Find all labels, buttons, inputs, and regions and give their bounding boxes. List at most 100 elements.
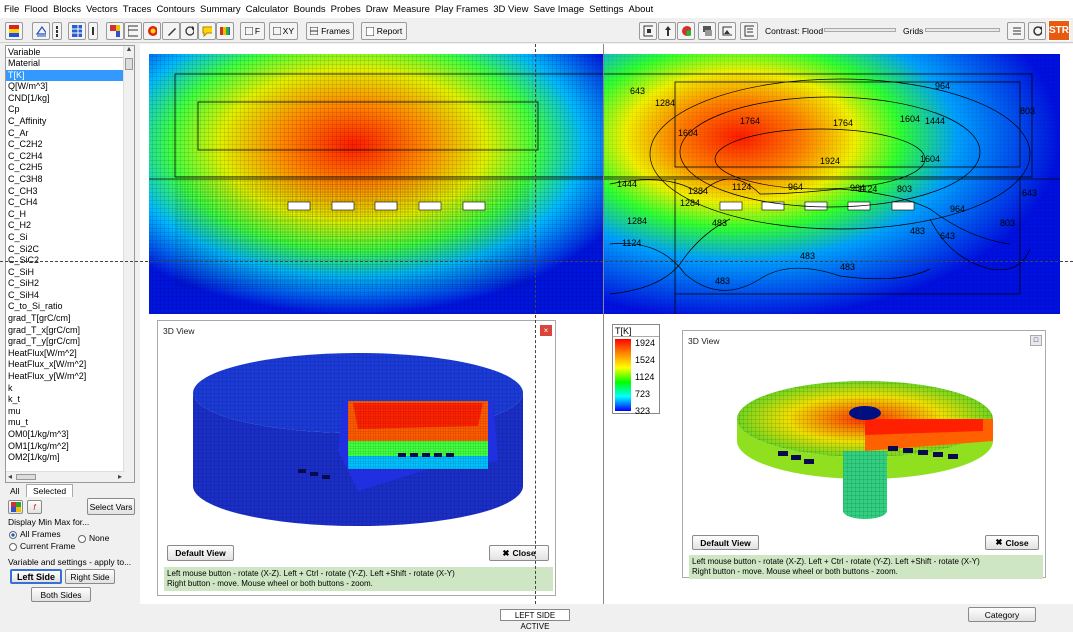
scroll-left-icon[interactable]: ◂ xyxy=(8,472,12,481)
variable-item[interactable]: C_SiH4 xyxy=(6,290,124,302)
menu-item-traces[interactable]: Traces xyxy=(123,4,152,15)
variable-item[interactable]: C_C2H4 xyxy=(6,151,124,163)
vertical-scrollbar[interactable]: ▲ xyxy=(123,46,134,482)
grids-slider[interactable] xyxy=(925,28,1000,32)
variable-item[interactable]: grad_T_y[grC/cm] xyxy=(6,336,124,348)
variable-item[interactable]: C_H xyxy=(6,209,124,221)
annotate-icon[interactable] xyxy=(198,22,216,40)
frames-xy-button[interactable]: XY xyxy=(269,22,298,40)
menu-item-play-frames[interactable]: Play Frames xyxy=(435,4,488,15)
scroll-thumb[interactable] xyxy=(125,58,133,70)
variable-item[interactable]: mu xyxy=(6,406,124,418)
gallery-icon[interactable] xyxy=(718,22,736,40)
radio-all-frames[interactable]: All Frames xyxy=(9,529,61,539)
variable-item[interactable]: HeatFlux_y[W/m^2] xyxy=(6,371,124,383)
menu-item-draw[interactable]: Draw xyxy=(366,4,388,15)
grid-dropdown-icon[interactable] xyxy=(88,22,98,40)
variable-item[interactable]: CND[1/kg] xyxy=(6,93,124,105)
blocks-icon[interactable] xyxy=(106,22,124,40)
both-sides-button[interactable]: Both Sides xyxy=(31,587,91,602)
left-side-button[interactable]: Left Side xyxy=(10,569,62,584)
variable-item[interactable]: OM1[1/kg/m^2] xyxy=(6,441,124,453)
variable-item[interactable]: k xyxy=(6,383,124,395)
radio-none[interactable]: None xyxy=(78,533,109,543)
mesh-icon[interactable] xyxy=(32,22,50,40)
horizontal-scrollbar[interactable]: ◂ ▸ xyxy=(6,471,124,482)
variable-item[interactable]: C_SiH xyxy=(6,267,124,279)
tab-all[interactable]: All xyxy=(8,485,21,497)
variable-item[interactable]: grad_T[grC/cm] xyxy=(6,313,124,325)
model-3d-right[interactable] xyxy=(683,351,1045,536)
variable-item[interactable]: C_C2H5 xyxy=(6,162,124,174)
settings-list-icon[interactable] xyxy=(1007,22,1025,40)
frames-f-button[interactable]: F xyxy=(240,22,265,40)
mesh-dropdown-icon[interactable] xyxy=(52,22,62,40)
refresh-icon[interactable] xyxy=(1028,22,1046,40)
default-view-button[interactable]: Default View xyxy=(692,535,759,550)
variable-item[interactable]: C_Si2C xyxy=(6,244,124,256)
variable-item[interactable]: C_to_Si_ratio xyxy=(6,301,124,313)
variable-item[interactable]: C_C3H8 xyxy=(6,174,124,186)
select-vars-button[interactable]: Select Vars xyxy=(87,498,135,515)
menu-item-bounds[interactable]: Bounds xyxy=(293,4,325,15)
hscroll-thumb[interactable] xyxy=(16,474,36,480)
function-icon[interactable]: f xyxy=(27,500,42,514)
grid-icon[interactable] xyxy=(68,22,86,40)
right-side-button[interactable]: Right Side xyxy=(65,569,115,584)
variable-item[interactable]: T[K] xyxy=(6,69,124,82)
default-view-button[interactable]: Default View xyxy=(167,545,234,561)
menu-item-flood[interactable]: Flood xyxy=(24,4,48,15)
menu-item-summary[interactable]: Summary xyxy=(200,4,241,15)
menu-item-save-image[interactable]: Save Image xyxy=(533,4,584,15)
variable-item[interactable]: k_t xyxy=(6,394,124,406)
probe-icon[interactable] xyxy=(143,22,161,40)
flood-icon[interactable] xyxy=(5,22,23,40)
menu-item-settings[interactable]: Settings xyxy=(589,4,623,15)
menu-item-contours[interactable]: Contours xyxy=(156,4,195,15)
menu-item-about[interactable]: About xyxy=(628,4,653,15)
menu-item-3d-view[interactable]: 3D View xyxy=(493,4,528,15)
variable-item[interactable]: OM2[1/kg/m] xyxy=(6,452,124,464)
rotate-icon[interactable] xyxy=(180,22,198,40)
layers-icon[interactable] xyxy=(698,22,716,40)
radio-current-frame[interactable]: Current Frame xyxy=(9,541,75,551)
menu-item-probes[interactable]: Probes xyxy=(331,4,361,15)
scroll-up-icon[interactable]: ▲ xyxy=(124,46,134,56)
scroll-right-icon[interactable]: ▸ xyxy=(118,472,122,481)
variable-item[interactable]: Cp xyxy=(6,104,124,116)
close-button[interactable]: ✖ Close xyxy=(985,535,1039,550)
contrast-slider[interactable] xyxy=(824,28,896,32)
frames-button[interactable]: Frames xyxy=(306,22,354,40)
variable-item[interactable]: C_CH3 xyxy=(6,186,124,198)
menu-item-measure[interactable]: Measure xyxy=(393,4,430,15)
restore-icon[interactable]: □ xyxy=(1030,335,1042,346)
variable-item[interactable]: grad_T_x[grC/cm] xyxy=(6,325,124,337)
close-icon[interactable]: × xyxy=(540,325,552,336)
color-map-icon[interactable] xyxy=(677,22,695,40)
variable-item[interactable]: C_CH4 xyxy=(6,197,124,209)
pan-icon[interactable] xyxy=(658,22,676,40)
model-3d-left[interactable] xyxy=(158,341,555,551)
split-divider[interactable] xyxy=(603,44,604,604)
variable-item[interactable]: C_H2 xyxy=(6,220,124,232)
variable-item[interactable]: C_Ar xyxy=(6,128,124,140)
tab-selected[interactable]: Selected xyxy=(26,484,74,497)
table-icon[interactable] xyxy=(124,22,142,40)
list-icon[interactable] xyxy=(740,22,758,40)
variable-item[interactable]: Q[W/m^3] xyxy=(6,81,124,93)
menu-item-calculator[interactable]: Calculator xyxy=(246,4,289,15)
category-button[interactable]: Category xyxy=(968,607,1036,622)
menu-item-file[interactable]: File xyxy=(4,4,19,15)
variable-item[interactable]: C_Si xyxy=(6,232,124,244)
close-button[interactable]: ✖ Close xyxy=(489,545,549,561)
variable-item[interactable]: Material xyxy=(6,58,124,70)
variable-item[interactable]: HeatFlux_x[W/m^2] xyxy=(6,359,124,371)
variable-grid-icon[interactable] xyxy=(8,500,23,514)
report-button[interactable]: Report xyxy=(361,22,407,40)
menu-item-blocks[interactable]: Blocks xyxy=(53,4,81,15)
palette-icon[interactable] xyxy=(216,22,234,40)
variable-item[interactable]: C_SiH2 xyxy=(6,278,124,290)
variable-item[interactable]: C_C2H2 xyxy=(6,139,124,151)
menu-item-vectors[interactable]: Vectors xyxy=(86,4,118,15)
variable-item[interactable]: C_Affinity xyxy=(6,116,124,128)
